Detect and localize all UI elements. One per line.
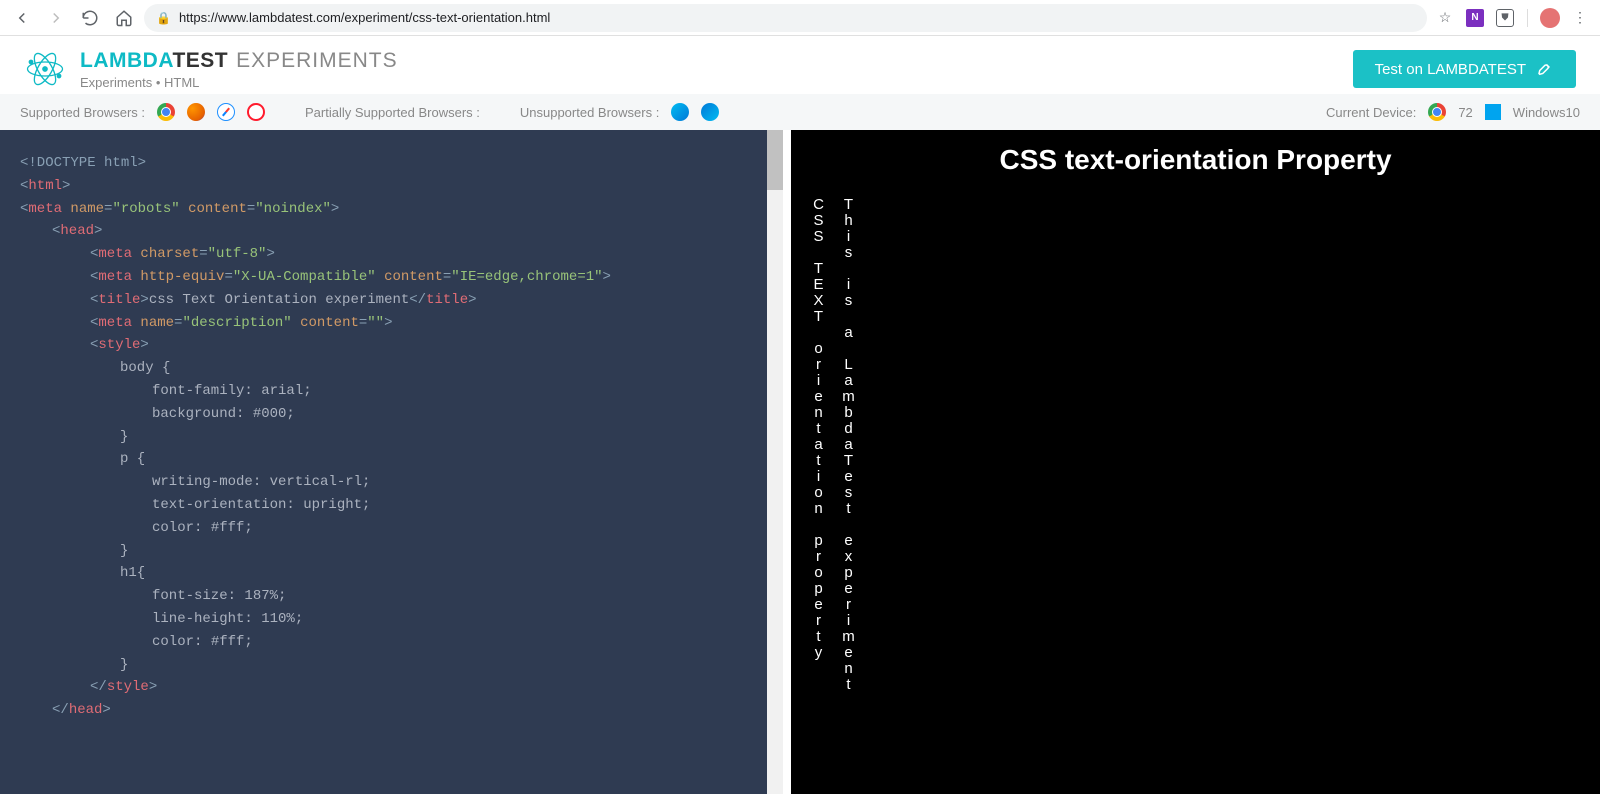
menu-icon[interactable]: ⋮ <box>1568 6 1592 30</box>
code-editor[interactable]: <!DOCTYPE html> <html> <meta name="robot… <box>0 130 767 794</box>
split-view: <!DOCTYPE html> <html> <meta name="robot… <box>0 130 1600 794</box>
extension-onenote-icon[interactable]: N <box>1463 6 1487 30</box>
browser-support-bar: Supported Browsers : Partially Supported… <box>0 94 1600 130</box>
test-on-lambdatest-button[interactable]: Test on LAMBDATEST <box>1353 50 1576 88</box>
partially-supported-browsers: Partially Supported Browsers : <box>305 105 480 120</box>
edge-icon <box>701 103 719 121</box>
code-scrollbar[interactable] <box>767 130 783 794</box>
preview-heading: CSS text-orientation Property <box>809 144 1582 176</box>
app-header: LAMBDATESTEXPERIMENTS Experiments • HTML… <box>0 36 1600 94</box>
browser-chrome: 🔒 https://www.lambdatest.com/experiment/… <box>0 0 1600 36</box>
profile-avatar[interactable] <box>1538 6 1562 30</box>
breadcrumb[interactable]: Experiments • HTML <box>80 75 398 90</box>
supported-browsers: Supported Browsers : <box>20 103 265 121</box>
forward-button[interactable] <box>42 4 70 32</box>
back-button[interactable] <box>8 4 36 32</box>
separator <box>1527 9 1528 27</box>
chrome-icon <box>157 103 175 121</box>
lock-icon: 🔒 <box>156 11 171 25</box>
ie-icon <box>671 103 689 121</box>
windows-icon <box>1485 104 1501 120</box>
brand: LAMBDATESTEXPERIMENTS Experiments • HTML <box>24 48 398 90</box>
opera-icon <box>247 103 265 121</box>
extension-shield-icon[interactable]: ⛊ <box>1493 6 1517 30</box>
scrollbar-thumb[interactable] <box>767 130 783 190</box>
brand-title: LAMBDATESTEXPERIMENTS <box>80 49 398 73</box>
firefox-icon <box>187 103 205 121</box>
preview-text-1: CSS TEXT orientation property <box>809 196 827 692</box>
unsupported-browsers: Unsupported Browsers : <box>520 103 719 121</box>
preview-pane: CSS text-orientation Property CSS TEXT o… <box>791 130 1600 794</box>
pane-divider[interactable] <box>783 130 791 794</box>
lambdatest-logo-icon <box>24 48 66 90</box>
address-bar[interactable]: 🔒 https://www.lambdatest.com/experiment/… <box>144 4 1427 32</box>
preview-text-2: This is a LambdaTest experiment <box>839 196 857 692</box>
star-icon[interactable]: ☆ <box>1433 6 1457 30</box>
home-button[interactable] <box>110 4 138 32</box>
safari-icon <box>217 103 235 121</box>
chrome-icon <box>1428 103 1446 121</box>
current-device: Current Device: 72 Windows10 <box>1326 103 1580 121</box>
url-text: https://www.lambdatest.com/experiment/cs… <box>179 10 550 25</box>
reload-button[interactable] <box>76 4 104 32</box>
rocket-icon <box>1536 60 1554 78</box>
